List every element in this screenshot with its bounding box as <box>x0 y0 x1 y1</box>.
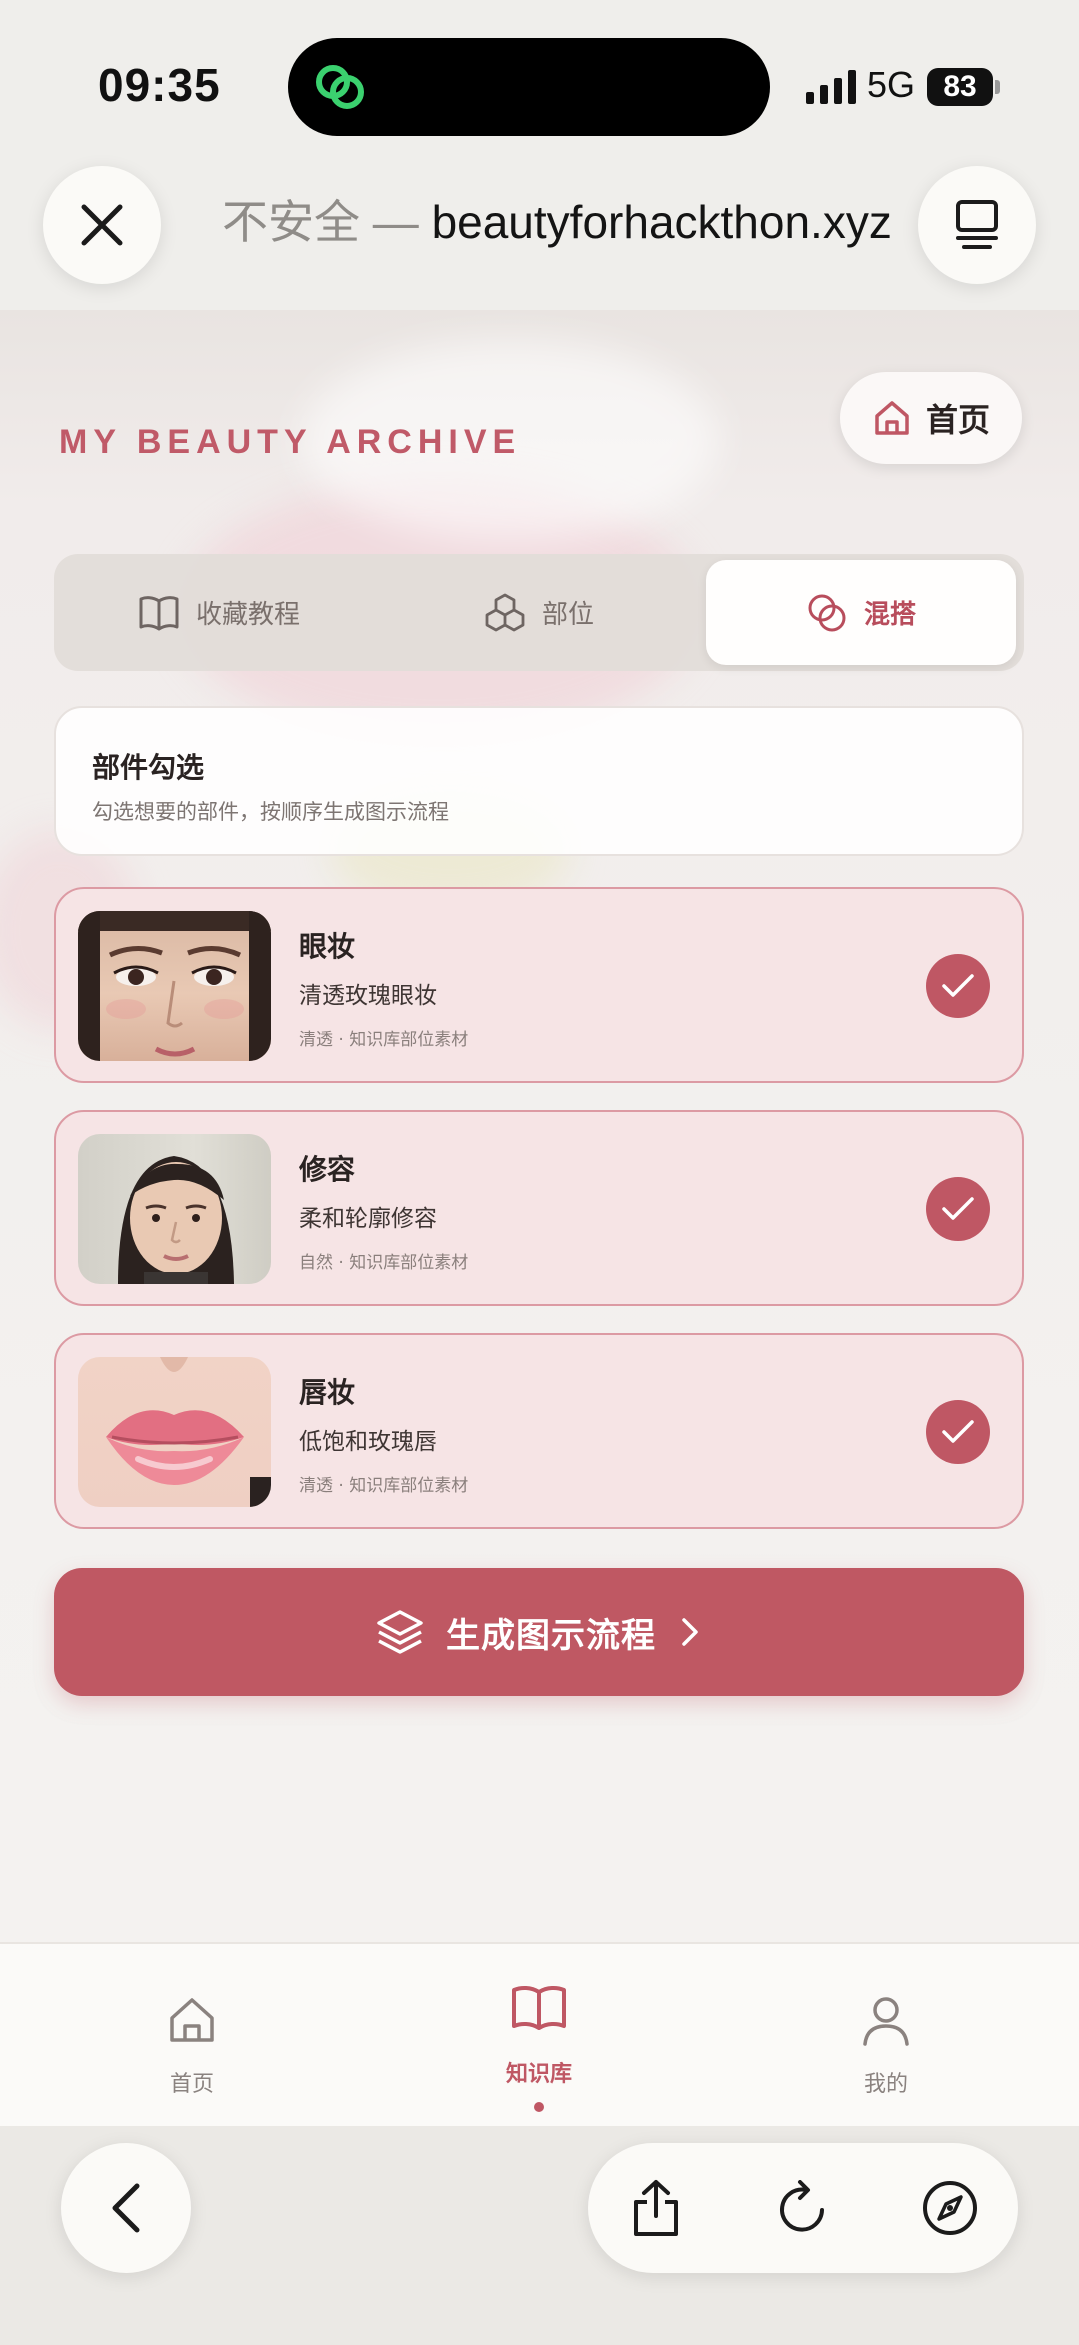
tab-home[interactable]: 首页 <box>42 1944 342 2128</box>
tab-favorite-tutorials-label: 收藏教程 <box>195 600 300 630</box>
tab-profile-label: 我的 <box>863 2072 908 2097</box>
part-name: 修容 <box>299 1153 356 1186</box>
part-meta: 清透 · 知识库部位素材 <box>299 1476 469 1496</box>
part-style: 柔和轮廓修容 <box>299 1206 437 1232</box>
part-card-eye[interactable]: 眼妆 清透玫瑰眼妆 清透 · 知识库部位素材 <box>54 887 1024 1083</box>
overlap-circles-icon <box>808 594 846 631</box>
eye-makeup-photo <box>78 911 271 1061</box>
tab-parts-label: 部位 <box>541 600 594 630</box>
part-checkbox-checked[interactable] <box>926 954 990 1018</box>
tab-parts[interactable]: 部位 <box>384 560 694 665</box>
book-icon <box>139 595 179 630</box>
browser-toolbar <box>0 2126 1079 2345</box>
tab-knowledge-base[interactable]: 知识库 <box>389 1944 689 2128</box>
home-button-label: 首页 <box>925 401 990 439</box>
part-name: 眼妆 <box>299 930 356 963</box>
status-bar: 09:35 5G 83 <box>0 0 1079 170</box>
close-button[interactable] <box>43 166 161 284</box>
page-heading: MY BEAUTY ARCHIVE <box>59 423 522 461</box>
tabs-button[interactable] <box>918 166 1036 284</box>
share-button[interactable] <box>596 2143 716 2273</box>
signal-icon <box>806 70 856 104</box>
linked-rings-icon <box>316 65 364 109</box>
dynamic-island <box>288 38 770 136</box>
compass-button[interactable] <box>890 2143 1010 2273</box>
chevron-right-icon <box>682 1618 698 1646</box>
tab-mix-match[interactable]: 混搭 <box>706 560 1016 665</box>
check-icon <box>942 1197 974 1220</box>
active-tab-indicator <box>534 2102 544 2112</box>
part-checkbox-checked[interactable] <box>926 1400 990 1464</box>
url-insecure-label: 不安全 — <box>222 196 432 248</box>
browser-actions <box>588 2143 1018 2273</box>
generate-flow-button[interactable]: 生成图示流程 <box>54 1568 1024 1696</box>
lip-makeup-photo <box>78 1357 271 1507</box>
app-tab-bar: 首页 知识库 我的 <box>0 1942 1079 2126</box>
tab-mix-match-label: 混搭 <box>863 600 916 630</box>
segmented-control: 收藏教程 部位 混搭 <box>54 554 1024 671</box>
back-button[interactable] <box>61 2143 191 2273</box>
book-icon <box>512 1985 566 2030</box>
home-button[interactable]: 首页 <box>840 372 1022 464</box>
check-icon <box>942 974 974 997</box>
share-icon <box>634 2180 678 2236</box>
info-description: 勾选想要的部件，按顺序生成图示流程 <box>92 800 449 824</box>
tab-home-label: 首页 <box>169 2072 214 2097</box>
contour-photo <box>78 1134 271 1284</box>
home-icon <box>170 1998 214 2042</box>
battery-tip <box>995 80 1000 94</box>
home-icon <box>875 401 909 435</box>
chevron-left-icon <box>112 2183 140 2233</box>
url-host: beautyforhackthon.xyz <box>431 196 892 248</box>
layers-icon <box>377 1610 423 1654</box>
tabs-icon <box>956 200 998 249</box>
part-meta: 清透 · 知识库部位素材 <box>299 1030 469 1050</box>
browser-url-bar: 不安全 — beautyforhackthon.xyz <box>0 150 1079 310</box>
part-style: 低饱和玫瑰唇 <box>299 1429 437 1455</box>
close-icon <box>81 204 123 246</box>
tab-profile[interactable]: 我的 <box>736 1944 1036 2128</box>
check-icon <box>942 1420 974 1443</box>
reload-button[interactable] <box>743 2143 863 2273</box>
part-name: 唇妆 <box>299 1376 356 1409</box>
tab-favorite-tutorials[interactable]: 收藏教程 <box>64 560 374 665</box>
battery-icon: 83 <box>927 68 993 106</box>
part-meta: 自然 · 知识库部位素材 <box>299 1253 469 1273</box>
user-icon <box>863 1997 909 2046</box>
part-card-lip[interactable]: 唇妆 低饱和玫瑰唇 清透 · 知识库部位素材 <box>54 1333 1024 1529</box>
tab-knowledge-base-label: 知识库 <box>505 2062 572 2087</box>
part-style: 清透玫瑰眼妆 <box>299 983 437 1009</box>
info-title: 部件勾选 <box>92 751 205 784</box>
part-card-contour[interactable]: 修容 柔和轮廓修容 自然 · 知识库部位素材 <box>54 1110 1024 1306</box>
web-page: MY BEAUTY ARCHIVE 首页 收藏教程 部位 混搭 部件勾选 勾选想… <box>0 310 1079 1942</box>
generate-flow-label: 生成图示流程 <box>446 1615 656 1656</box>
cubes-icon <box>485 593 525 631</box>
selection-info-card: 部件勾选 勾选想要的部件，按顺序生成图示流程 <box>54 706 1024 856</box>
network-label: 5G <box>867 64 916 105</box>
reload-icon <box>780 2180 824 2232</box>
address-field[interactable]: 不安全 — beautyforhackthon.xyz <box>222 192 902 252</box>
compass-icon <box>923 2181 977 2235</box>
status-time: 09:35 <box>98 59 221 111</box>
part-checkbox-checked[interactable] <box>926 1177 990 1241</box>
